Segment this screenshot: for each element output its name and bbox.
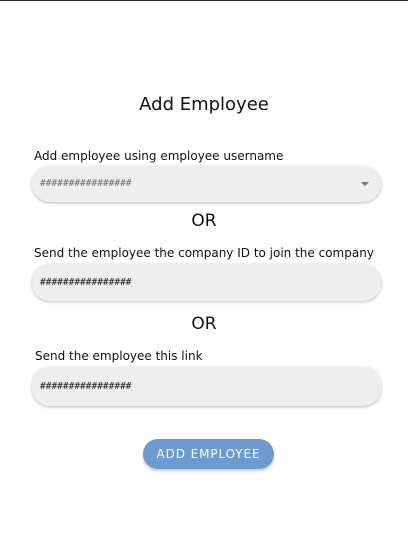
or-separator: OR — [191, 314, 217, 334]
username-field-label: Add employee using employee username — [34, 149, 284, 163]
company-id-value: ################ — [40, 277, 132, 288]
page-title: Add Employee — [139, 94, 269, 115]
chevron-down-icon[interactable] — [361, 182, 369, 186]
employee-username-select-value: ################ — [40, 178, 132, 189]
invite-link-field-label: Send the employee this link — [35, 349, 203, 363]
window-top-border — [0, 0, 408, 1]
or-separator: OR — [191, 211, 217, 231]
invite-link-field[interactable]: ################ — [32, 367, 381, 406]
employee-username-select[interactable]: ################ — [32, 166, 381, 202]
add-employee-button[interactable]: ADD EMPLOYEE — [143, 439, 274, 469]
company-id-field[interactable]: ################ — [32, 264, 381, 301]
company-id-field-label: Send the employee the company ID to join… — [34, 246, 374, 260]
invite-link-value: ################ — [40, 381, 132, 392]
